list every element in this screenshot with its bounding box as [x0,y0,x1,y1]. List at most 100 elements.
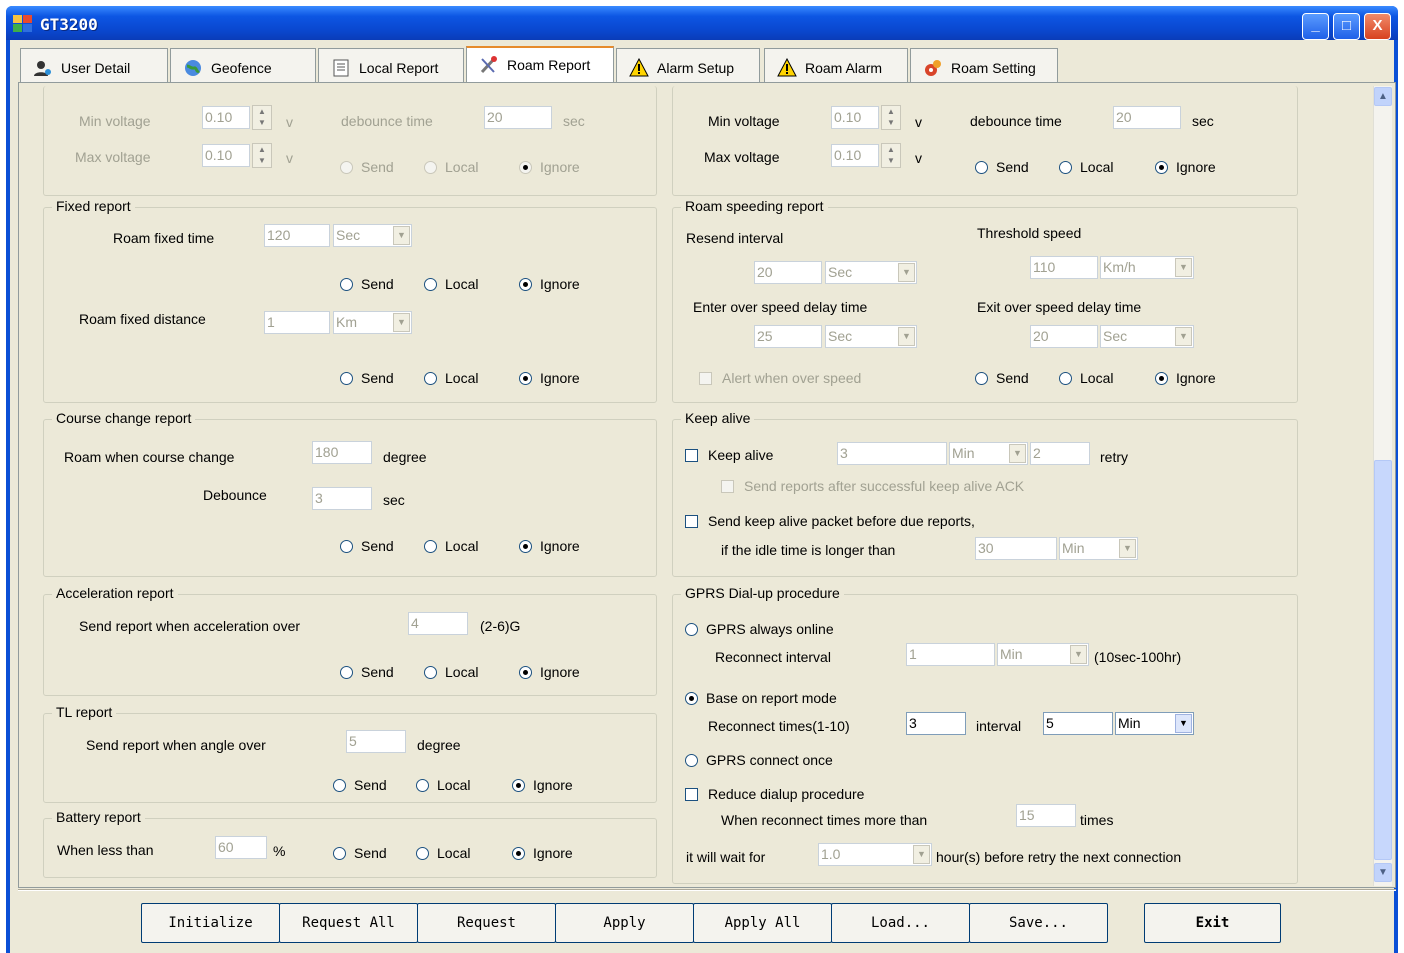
fixed-dist-local-radio[interactable]: Local [424,370,478,386]
debounce-time-input[interactable]: 20 [1113,106,1181,129]
speeding-local-radio[interactable]: Local [1059,370,1113,386]
roam-fixed-time-input[interactable]: 120 [264,224,330,247]
tab-roam-setting[interactable]: Roam Setting [910,48,1058,86]
ack-checkbox[interactable]: Send reports after successful keep alive… [721,478,1024,494]
accel-local-radio[interactable]: Local [424,664,478,680]
voltage-local-radio[interactable]: Local [1059,159,1113,175]
tab-user-detail[interactable]: User Detail [20,48,168,86]
alert-overspeed-checkbox[interactable]: Alert when over speed [699,370,861,386]
fixed-time-send-radio[interactable]: Send [340,276,394,292]
speeding-ignore-radio[interactable]: Ignore [1155,370,1216,386]
voltage-ignore-radio[interactable]: Ignore [519,159,580,175]
keep-alive-unit[interactable]: Min ▼ [949,442,1028,465]
max-voltage-spinner[interactable]: ▲ ▼ [881,143,901,168]
course-send-radio[interactable]: Send [340,538,394,554]
reduce-dialup-checkbox[interactable]: Reduce dialup procedure [685,786,864,802]
idle-time-input[interactable]: 30 [975,537,1057,560]
accel-send-radio[interactable]: Send [340,664,394,680]
exit-button[interactable]: Exit [1144,903,1281,943]
battery-ignore-radio[interactable]: Ignore [512,845,573,861]
idle-time-unit[interactable]: Min ▼ [1059,537,1138,560]
scroll-up-arrow-icon[interactable]: ▲ [1374,87,1392,106]
tl-angle-input[interactable]: 5 [346,730,406,753]
roam-fixed-distance-input[interactable]: 1 [264,311,330,334]
resend-interval-unit[interactable]: Sec ▼ [825,261,917,284]
reconnect-interval-unit[interactable]: Min ▼ [997,643,1089,666]
min-voltage-spinner[interactable]: ▲ ▼ [252,105,272,130]
apply-all-button[interactable]: Apply All [693,903,832,943]
threshold-speed-label: Threshold speed [977,225,1082,241]
base-on-report-radio[interactable]: Base on report mode [685,690,837,706]
close-button[interactable]: X [1364,13,1391,40]
scrollbar-thumb[interactable] [1374,460,1392,860]
course-local-radio[interactable]: Local [424,538,478,554]
title-bar[interactable] [6,6,1398,40]
speeding-send-radio[interactable]: Send [975,370,1029,386]
acceleration-input[interactable]: 4 [408,612,468,635]
fixed-dist-ignore-radio[interactable]: Ignore [519,370,580,386]
due-reports-checkbox[interactable]: Send keep alive packet before due report… [685,513,975,529]
fixed-time-ignore-radio[interactable]: Ignore [519,276,580,292]
course-change-input[interactable]: 180 [312,441,372,464]
tab-roam-alarm[interactable]: Roam Alarm [764,48,908,86]
maximize-button[interactable]: □ [1333,13,1360,40]
fixed-dist-send-radio[interactable]: Send [340,370,394,386]
exit-overspeed-input[interactable]: 20 [1030,325,1098,348]
min-voltage-input[interactable]: 0.10 [202,106,250,129]
keep-alive-checkbox[interactable]: Keep alive [685,447,773,463]
wait-hours-select[interactable]: 1.0 ▼ [818,843,932,866]
interval-unit[interactable]: Min ▼ [1115,712,1194,735]
interval-input[interactable]: 5 [1043,712,1113,735]
max-voltage-input[interactable]: 0.10 [831,144,879,167]
min-voltage-input[interactable]: 0.10 [831,106,879,129]
gprs-once-radio[interactable]: GPRS connect once [685,752,833,768]
enter-overspeed-input[interactable]: 25 [754,325,822,348]
acceleration-group: Acceleration report [43,585,657,696]
course-debounce-input[interactable]: 3 [312,487,372,510]
threshold-speed-input[interactable]: 110 [1030,256,1098,279]
debounce-time-input[interactable]: 20 [484,106,552,129]
battery-input[interactable]: 60 [215,836,267,859]
voltage-ignore-radio[interactable]: Ignore [1155,159,1216,175]
course-ignore-radio[interactable]: Ignore [519,538,580,554]
voltage-local-radio[interactable]: Local [424,159,478,175]
max-voltage-input[interactable]: 0.10 [202,144,250,167]
reconnect-times-input[interactable]: 3 [906,712,966,735]
battery-local-radio[interactable]: Local [416,845,470,861]
keep-alive-retry-input[interactable]: 2 [1030,442,1090,465]
request-button[interactable]: Request [417,903,556,943]
apply-button[interactable]: Apply [555,903,694,943]
threshold-speed-unit[interactable]: Km/h ▼ [1100,256,1194,279]
keep-alive-input[interactable]: 3 [837,442,947,465]
tl-ignore-radio[interactable]: Ignore [512,777,573,793]
tab-roam-report[interactable]: Roam Report [466,46,614,82]
reconnect-interval-input[interactable]: 1 [906,643,995,666]
enter-overspeed-unit[interactable]: Sec ▼ [825,325,917,348]
save-button[interactable]: Save... [969,903,1108,943]
scroll-down-arrow-icon[interactable]: ▼ [1374,863,1392,882]
tl-angle-label: Send report when angle over [86,737,266,753]
exit-overspeed-unit[interactable]: Sec ▼ [1100,325,1194,348]
tab-local-report[interactable]: Local Report [318,48,464,86]
max-voltage-spinner[interactable]: ▲ ▼ [252,143,272,168]
request-all-button[interactable]: Request All [279,903,418,943]
fixed-time-local-radio[interactable]: Local [424,276,478,292]
load-button[interactable]: Load... [831,903,970,943]
tl-send-radio[interactable]: Send [333,777,387,793]
voltage-send-radio[interactable]: Send [975,159,1029,175]
gprs-always-radio[interactable]: GPRS always online [685,621,834,637]
roam-fixed-distance-unit[interactable]: Km ▼ [333,311,412,334]
right-voltage-group [672,86,1298,196]
min-voltage-spinner[interactable]: ▲ ▼ [881,105,901,130]
roam-fixed-time-unit[interactable]: Sec ▼ [333,224,412,247]
resend-interval-input[interactable]: 20 [754,261,822,284]
accel-ignore-radio[interactable]: Ignore [519,664,580,680]
tab-geofence[interactable]: Geofence [170,48,316,86]
battery-send-radio[interactable]: Send [333,845,387,861]
voltage-send-radio[interactable]: Send [340,159,394,175]
tl-local-radio[interactable]: Local [416,777,470,793]
minimize-button[interactable]: _ [1302,13,1329,40]
tab-alarm-setup[interactable]: Alarm Setup [616,48,760,86]
when-reconnect-input[interactable]: 15 [1016,804,1076,827]
initialize-button[interactable]: Initialize [141,903,280,943]
